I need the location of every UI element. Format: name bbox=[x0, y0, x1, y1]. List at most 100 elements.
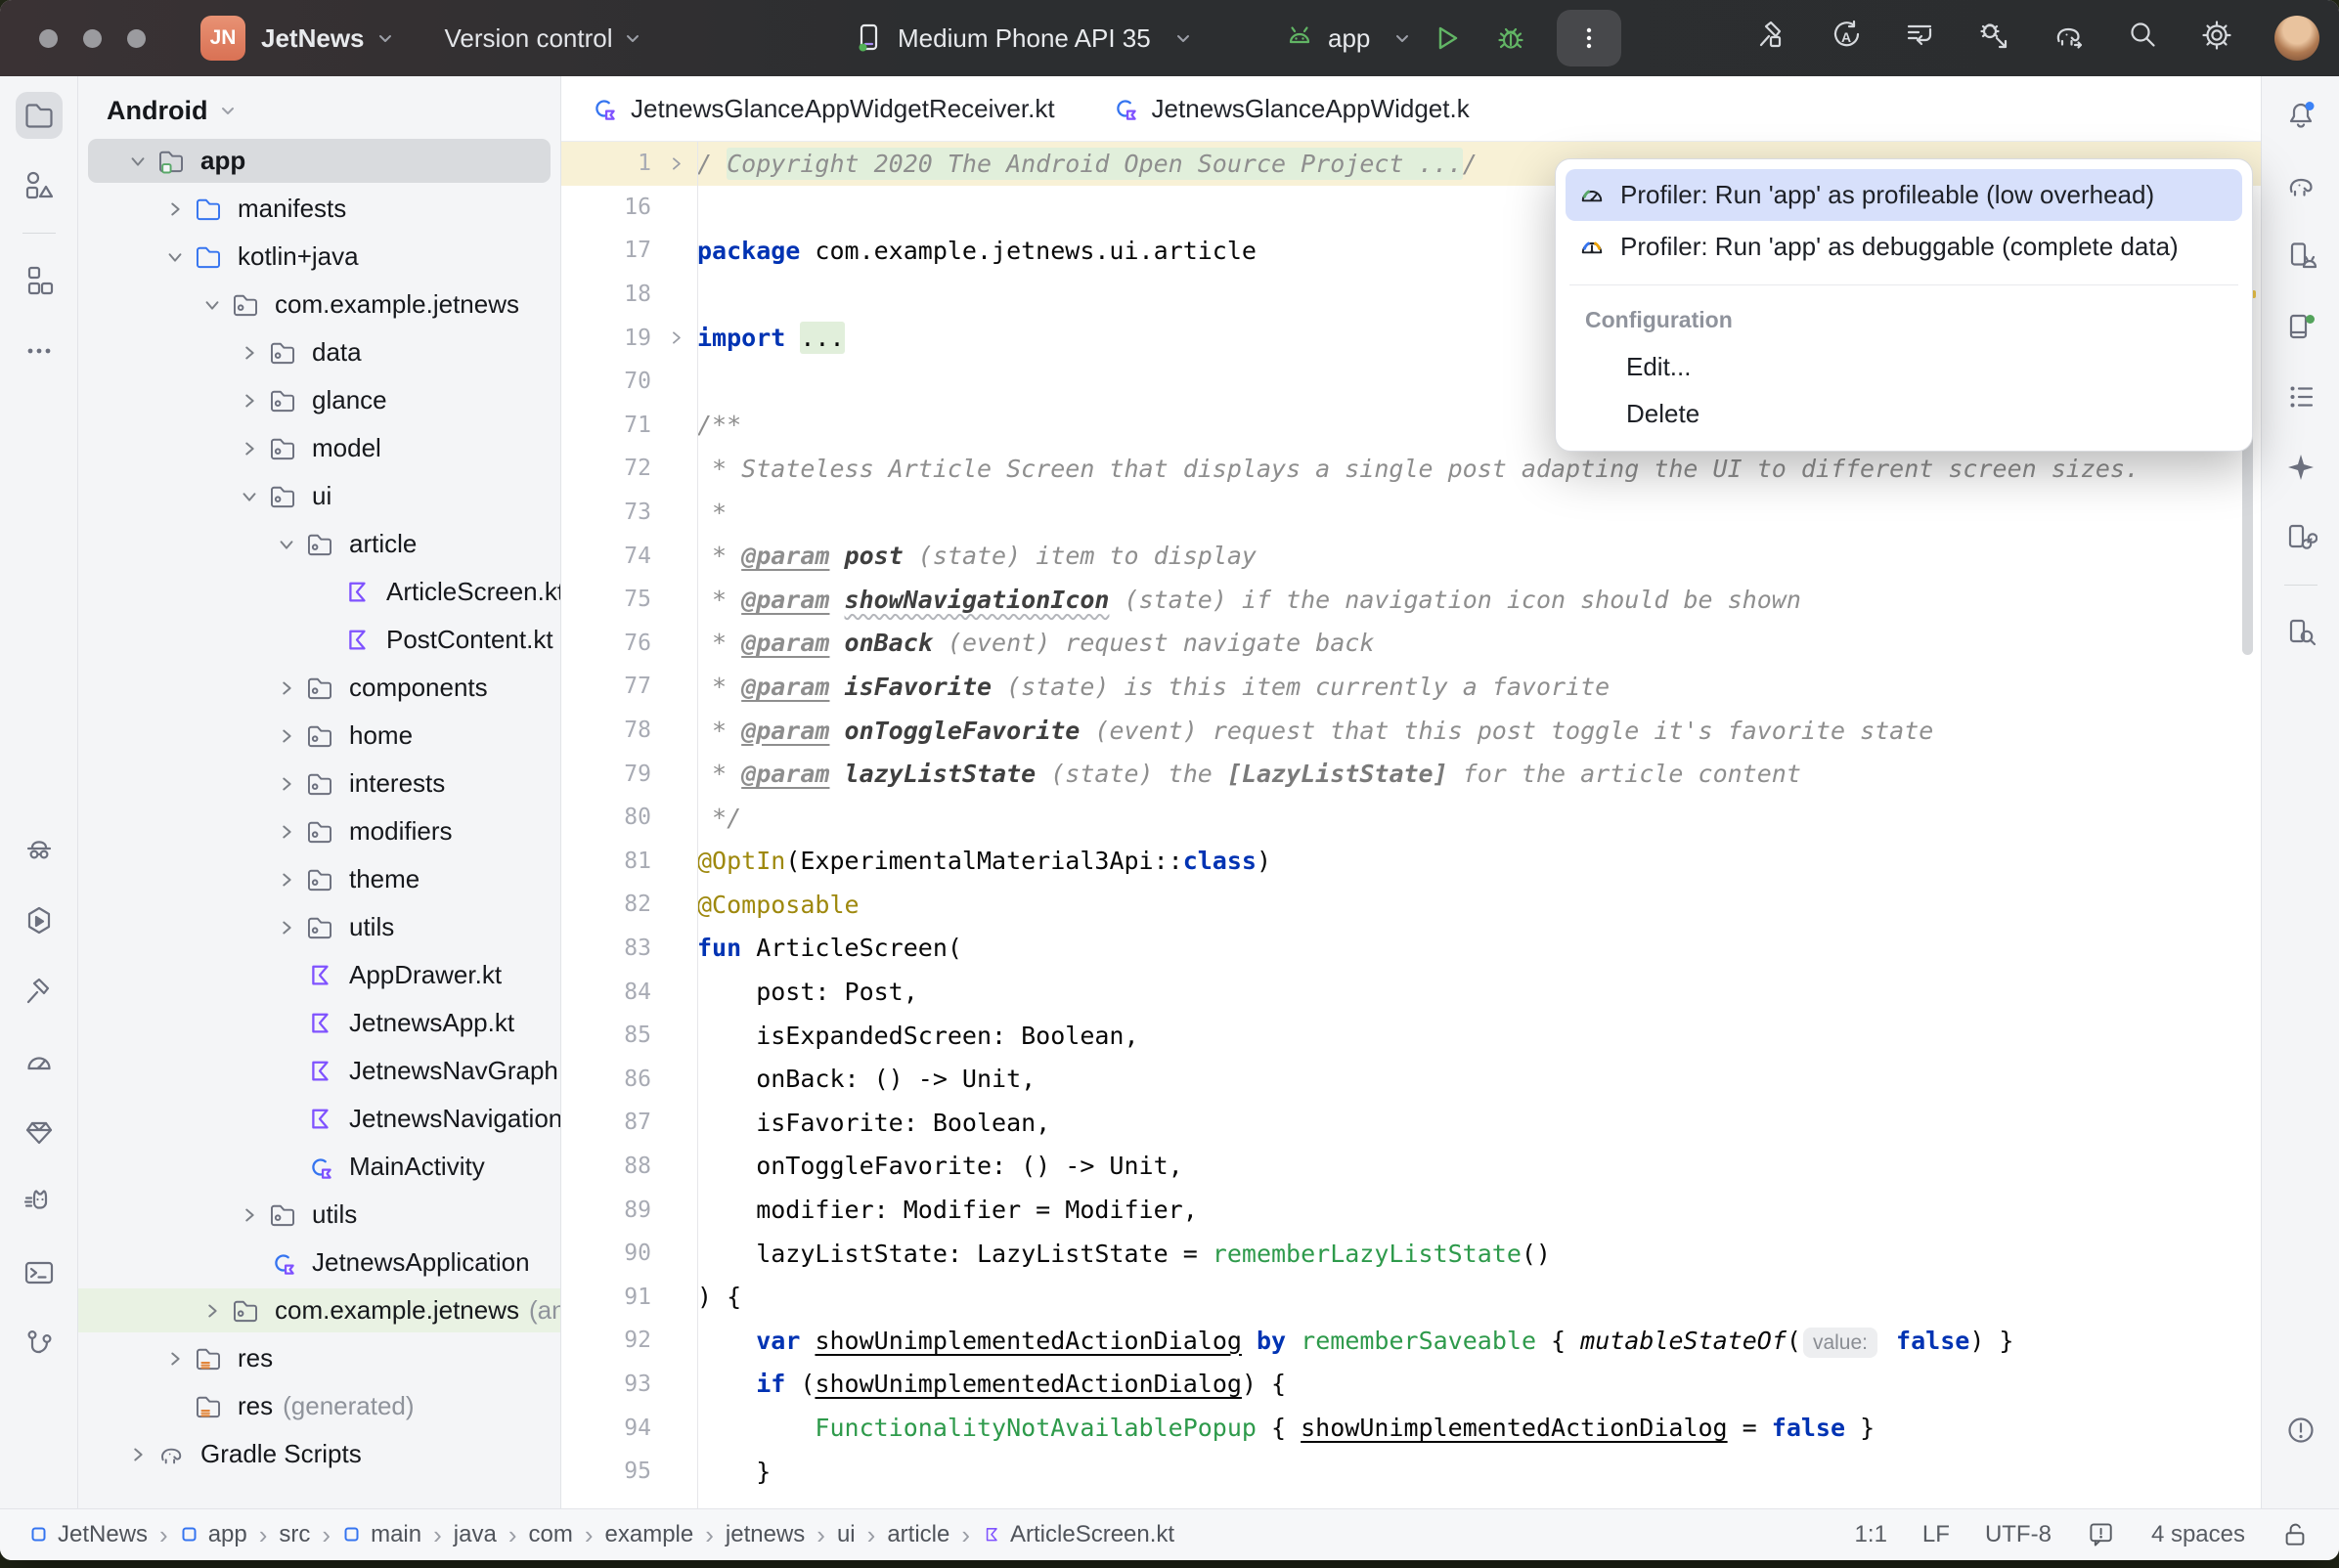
code-line[interactable]: 73 * bbox=[561, 491, 2261, 535]
code-line[interactable]: 93 if (showUnimplementedActionDialog) { bbox=[561, 1363, 2261, 1407]
running-devices-tool-button[interactable] bbox=[2277, 303, 2324, 350]
notifications-tool-button[interactable] bbox=[2277, 92, 2324, 139]
fold-arrow-icon[interactable] bbox=[655, 154, 697, 173]
chevron-right-icon[interactable] bbox=[156, 199, 194, 219]
code-line[interactable]: 87 isFavorite: Boolean, bbox=[561, 1101, 2261, 1145]
tree-row[interactable]: Gradle Scripts bbox=[78, 1430, 560, 1478]
services-tool-button[interactable] bbox=[16, 897, 63, 944]
code-line[interactable]: 82@Composable bbox=[561, 883, 2261, 927]
macos-window-controls[interactable] bbox=[39, 29, 146, 48]
chevron-right-icon[interactable] bbox=[194, 1301, 231, 1321]
zoom-window-icon[interactable] bbox=[127, 29, 146, 48]
breadcrumb-item[interactable]: ui bbox=[837, 1521, 856, 1548]
code-line[interactable]: 89 modifier: Modifier = Modifier, bbox=[561, 1188, 2261, 1232]
breadcrumb-item[interactable]: example bbox=[605, 1521, 694, 1548]
tree-row[interactable]: com.example.jetnews bbox=[78, 281, 560, 328]
popup-item[interactable]: Profiler: Run 'app' as debuggable (compl… bbox=[1566, 221, 2242, 273]
tree-row[interactable]: res(generated) bbox=[78, 1382, 560, 1430]
tree-row[interactable]: ui bbox=[78, 472, 560, 520]
tree-row[interactable]: theme bbox=[78, 855, 560, 903]
logcat-tool-button[interactable] bbox=[16, 1179, 63, 1226]
code-line[interactable]: 92 var showUnimplementedActionDialog by … bbox=[561, 1319, 2261, 1363]
project-name[interactable]: JetNews bbox=[261, 23, 365, 54]
device-mirroring-tool-button[interactable] bbox=[2277, 514, 2324, 561]
tree-row[interactable]: glance bbox=[78, 376, 560, 424]
code-line[interactable]: 74 * @param post (state) item to display bbox=[561, 534, 2261, 578]
editor-tab[interactable]: JetnewsGlanceAppWidgetReceiver.kt bbox=[561, 76, 1082, 141]
close-window-icon[interactable] bbox=[39, 29, 58, 48]
gemini-tool-button[interactable] bbox=[2277, 444, 2324, 491]
tree-row[interactable]: utils bbox=[78, 903, 560, 951]
tree-row[interactable]: manifests bbox=[78, 185, 560, 233]
code-line[interactable]: 78 * @param onToggleFavorite (event) req… bbox=[561, 709, 2261, 753]
debug-button[interactable] bbox=[1494, 22, 1527, 55]
tree-row[interactable]: com.example.jetnews(an bbox=[78, 1286, 560, 1334]
project-view-selector[interactable]: Android bbox=[78, 84, 560, 137]
more-tools-tool-button[interactable] bbox=[16, 327, 63, 374]
run-button[interactable] bbox=[1430, 22, 1463, 55]
tree-row[interactable]: interests bbox=[78, 760, 560, 807]
code-line[interactable]: 86 onBack: () -> Unit, bbox=[561, 1057, 2261, 1101]
code-line[interactable]: 81@OptIn(ExperimentalMaterial3Api::class… bbox=[561, 840, 2261, 884]
popup-item[interactable]: Profiler: Run 'app' as profileable (low … bbox=[1566, 169, 2242, 221]
gradle-tool-button[interactable] bbox=[2277, 162, 2324, 209]
code-line[interactable]: 72 * Stateless Article Screen that displ… bbox=[561, 447, 2261, 491]
fold-arrow-icon[interactable] bbox=[655, 328, 697, 347]
code-line[interactable]: 80 */ bbox=[561, 796, 2261, 840]
code-line[interactable]: 94 FunctionalityNotAvailablePopup { show… bbox=[561, 1406, 2261, 1450]
code-line[interactable]: 84 post: Post, bbox=[561, 970, 2261, 1014]
chevron-right-icon[interactable] bbox=[268, 918, 305, 937]
user-avatar[interactable] bbox=[2274, 16, 2319, 61]
unlock-icon[interactable] bbox=[2280, 1520, 2310, 1549]
build-variants-tool-button[interactable] bbox=[16, 257, 63, 304]
minimize-window-icon[interactable] bbox=[83, 29, 102, 48]
more-run-options-button[interactable] bbox=[1557, 10, 1621, 66]
encoding-widget[interactable]: UTF-8 bbox=[1985, 1521, 2052, 1548]
breadcrumb-item[interactable]: ArticleScreen.kt bbox=[982, 1521, 1174, 1548]
breadcrumb-item[interactable]: com bbox=[529, 1521, 573, 1548]
project-tool-button[interactable] bbox=[16, 92, 63, 139]
caret-position-widget[interactable]: 1:1 bbox=[1855, 1521, 1887, 1548]
settings-button[interactable] bbox=[2200, 19, 2233, 59]
chevron-down-icon[interactable] bbox=[156, 247, 194, 267]
tree-row[interactable]: home bbox=[78, 712, 560, 760]
run-configuration-selector[interactable]: app bbox=[1283, 22, 1411, 55]
breadcrumb-item[interactable]: jetnews bbox=[726, 1521, 805, 1548]
code-line[interactable]: 85 isExpandedScreen: Boolean, bbox=[561, 1014, 2261, 1058]
version-control-tool-button[interactable] bbox=[16, 1320, 63, 1367]
indent-widget[interactable]: 4 spaces bbox=[2151, 1521, 2245, 1548]
resource-manager-tool-button[interactable] bbox=[16, 162, 63, 209]
vcs-widget[interactable]: Version control bbox=[445, 23, 613, 54]
breadcrumb-item[interactable]: article bbox=[887, 1521, 949, 1548]
chevron-right-icon[interactable] bbox=[231, 391, 268, 411]
tree-row[interactable]: JetnewsApp.kt bbox=[78, 999, 560, 1047]
project-logo[interactable]: JN bbox=[200, 16, 245, 61]
tree-row[interactable]: modifiers bbox=[78, 807, 560, 855]
task-list-button[interactable] bbox=[1903, 19, 1936, 59]
attach-debugger-button[interactable] bbox=[1977, 19, 2010, 59]
chevron-down-icon[interactable] bbox=[194, 295, 231, 315]
device-selector[interactable]: Medium Phone API 35 bbox=[853, 22, 1192, 55]
chevron-right-icon[interactable] bbox=[231, 343, 268, 363]
popup-action[interactable]: Delete bbox=[1566, 390, 2242, 437]
tree-row[interactable]: app bbox=[78, 137, 560, 185]
app-quality-insights-tool-button[interactable] bbox=[16, 827, 63, 874]
chevron-down-icon[interactable] bbox=[119, 152, 156, 171]
breadcrumb-item[interactable]: app bbox=[180, 1521, 247, 1548]
tree-row[interactable]: MainActivity bbox=[78, 1143, 560, 1191]
chevron-down-icon[interactable] bbox=[231, 487, 268, 506]
tree-row[interactable]: kotlin+java bbox=[78, 233, 560, 281]
chevron-right-icon[interactable] bbox=[268, 726, 305, 746]
chevron-down-icon[interactable] bbox=[268, 535, 305, 554]
chevron-right-icon[interactable] bbox=[231, 1205, 268, 1225]
tree-row[interactable]: res bbox=[78, 1334, 560, 1382]
code-line[interactable]: 79 * @param lazyListState (state) the [L… bbox=[561, 752, 2261, 796]
chevron-right-icon[interactable] bbox=[268, 870, 305, 890]
code-line[interactable]: 75 * @param showNavigationIcon (state) i… bbox=[561, 578, 2261, 622]
tree-row[interactable]: JetnewsNavigation bbox=[78, 1095, 560, 1143]
popup-action[interactable]: Edit... bbox=[1566, 343, 2242, 390]
code-line[interactable]: 95 } bbox=[561, 1450, 2261, 1494]
build-tool-button[interactable] bbox=[16, 968, 63, 1015]
code-line[interactable]: 88 onToggleFavorite: () -> Unit, bbox=[561, 1145, 2261, 1189]
build-hammer-button[interactable] bbox=[1754, 19, 1787, 59]
